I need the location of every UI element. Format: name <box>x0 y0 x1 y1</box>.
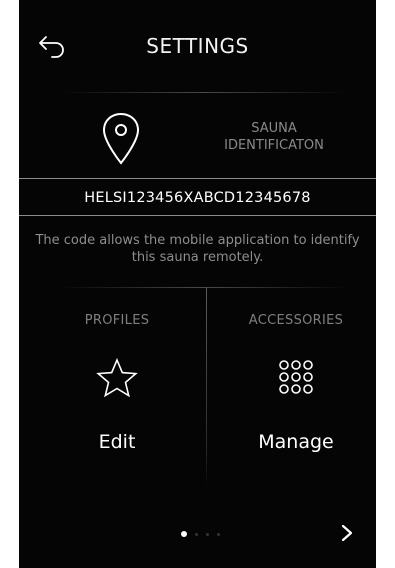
page-dot <box>195 532 198 536</box>
star-icon <box>96 358 138 398</box>
accessories-manage-button[interactable]: Manage <box>207 431 376 453</box>
page-dot <box>217 532 220 536</box>
chevron-right-icon <box>341 524 353 542</box>
header-divider <box>59 92 349 93</box>
page-title: SETTINGS <box>146 34 249 58</box>
next-page-button[interactable] <box>332 518 362 548</box>
grid-dots-icon <box>279 360 313 394</box>
sauna-code-value: HELSI123456XABCD12345678 <box>84 190 311 206</box>
profiles-tile[interactable]: PROFILES Edit <box>28 288 206 488</box>
location-pin-icon <box>102 112 140 165</box>
profiles-edit-button[interactable]: Edit <box>28 431 206 453</box>
accessories-label: ACCESSORIES <box>248 313 344 328</box>
sauna-code-hint: The code allows the mobile application t… <box>35 233 360 265</box>
settings-screen: SETTINGS SAUNA IDENTIFICATON HELSI123456… <box>19 0 376 568</box>
page-dot <box>206 532 209 536</box>
profiles-label: PROFILES <box>84 313 150 328</box>
page-dot-active <box>181 531 187 537</box>
accessories-tile[interactable]: ACCESSORIES Manage <box>207 288 376 488</box>
page-indicator <box>181 531 220 537</box>
sauna-identification-label: SAUNA IDENTIFICATON <box>224 121 324 153</box>
